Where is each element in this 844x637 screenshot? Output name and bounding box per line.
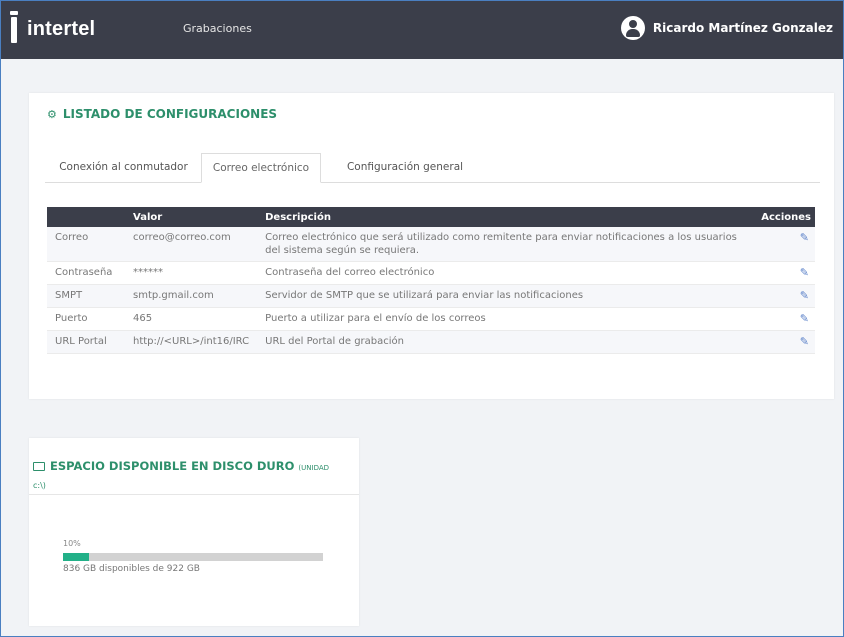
disk-unit-drive: c:\) (33, 481, 46, 490)
column-header-name (47, 207, 125, 227)
disk-unit-label: (UNIDAD (298, 464, 330, 472)
row-description: Servidor de SMTP que se utilizará para e… (257, 284, 754, 308)
config-card: ⚙ LISTADO DE CONFIGURACIONES Conexión al… (29, 93, 834, 399)
row-name: Puerto (47, 307, 125, 331)
edit-icon[interactable]: ✎ (800, 266, 809, 279)
row-name: SMPT (47, 284, 125, 308)
edit-icon[interactable]: ✎ (800, 231, 809, 244)
row-name: URL Portal (47, 330, 125, 354)
disk-available-text: 836 GB disponibles de 922 GB (63, 564, 200, 574)
disk-card-title: ESPACIO DISPONIBLE EN DISCO DURO (UNIDAD… (33, 458, 353, 494)
row-description: Correo electrónico que será utilizado co… (257, 227, 754, 262)
tab-conexion-conmutador[interactable]: Conexión al conmutador (45, 153, 202, 181)
table-row: Contraseña ****** Contraseña del correo … (47, 261, 815, 285)
table-row: URL Portal http://<URL>/int16/IRC URL de… (47, 330, 815, 354)
intertel-logo-icon (10, 11, 18, 43)
nav-link-grabaciones[interactable]: Grabaciones (183, 22, 252, 35)
tab-configuracion-general[interactable]: Configuración general (330, 153, 480, 181)
top-navbar: intertel Grabaciones Ricardo Martínez Go… (1, 1, 843, 59)
row-value: correo@correo.com (125, 227, 258, 262)
card-divider (29, 494, 359, 495)
disk-space-card: ESPACIO DISPONIBLE EN DISCO DURO (UNIDAD… (29, 438, 359, 626)
brand-name[interactable]: intertel (27, 18, 95, 41)
row-description: Contraseña del correo electrónico (257, 261, 754, 285)
disk-usage-bar (63, 553, 323, 561)
config-title-text: LISTADO DE CONFIGURACIONES (62, 107, 278, 121)
row-value: 465 (125, 307, 258, 331)
row-description: URL del Portal de grabación (257, 330, 754, 354)
column-header-value: Valor (125, 207, 258, 227)
row-name: Correo (47, 227, 125, 262)
disk-usage-bar-fill (63, 553, 89, 561)
config-tabs: Conexión al conmutador Correo electrónic… (45, 149, 820, 183)
edit-icon[interactable]: ✎ (800, 335, 809, 348)
edit-icon[interactable]: ✎ (800, 312, 809, 325)
column-header-description: Descripción (257, 207, 754, 227)
avatar-icon[interactable] (620, 16, 645, 40)
table-row: Correo correo@correo.com Correo electrón… (47, 227, 815, 262)
gears-icon: ⚙ (47, 107, 57, 121)
table-row: SMPT smtp.gmail.com Servidor de SMTP que… (47, 284, 815, 308)
table-header-row: Valor Descripción Acciones (47, 207, 815, 227)
table-row: Puerto 465 Puerto a utilizar para el env… (47, 307, 815, 331)
row-value: ****** (125, 261, 258, 285)
row-description: Puerto a utilizar para el envío de los c… (257, 307, 754, 331)
config-card-title: ⚙ LISTADO DE CONFIGURACIONES (47, 107, 277, 121)
edit-icon[interactable]: ✎ (800, 289, 809, 302)
row-value: http://<URL>/int16/IRC (125, 330, 258, 354)
column-header-actions: Acciones (753, 207, 815, 227)
tab-correo-electronico[interactable]: Correo electrónico (201, 153, 321, 183)
user-menu[interactable]: Ricardo Martínez Gonzalez (620, 16, 833, 40)
disk-usage-percent: 10% (63, 539, 81, 548)
user-name[interactable]: Ricardo Martínez Gonzalez (653, 21, 833, 35)
disk-title-text: ESPACIO DISPONIBLE EN DISCO DURO (50, 459, 295, 473)
config-table: Valor Descripción Acciones Correo correo… (47, 207, 815, 354)
row-name: Contraseña (47, 261, 125, 285)
row-value: smtp.gmail.com (125, 284, 258, 308)
hard-drive-icon (33, 462, 45, 471)
